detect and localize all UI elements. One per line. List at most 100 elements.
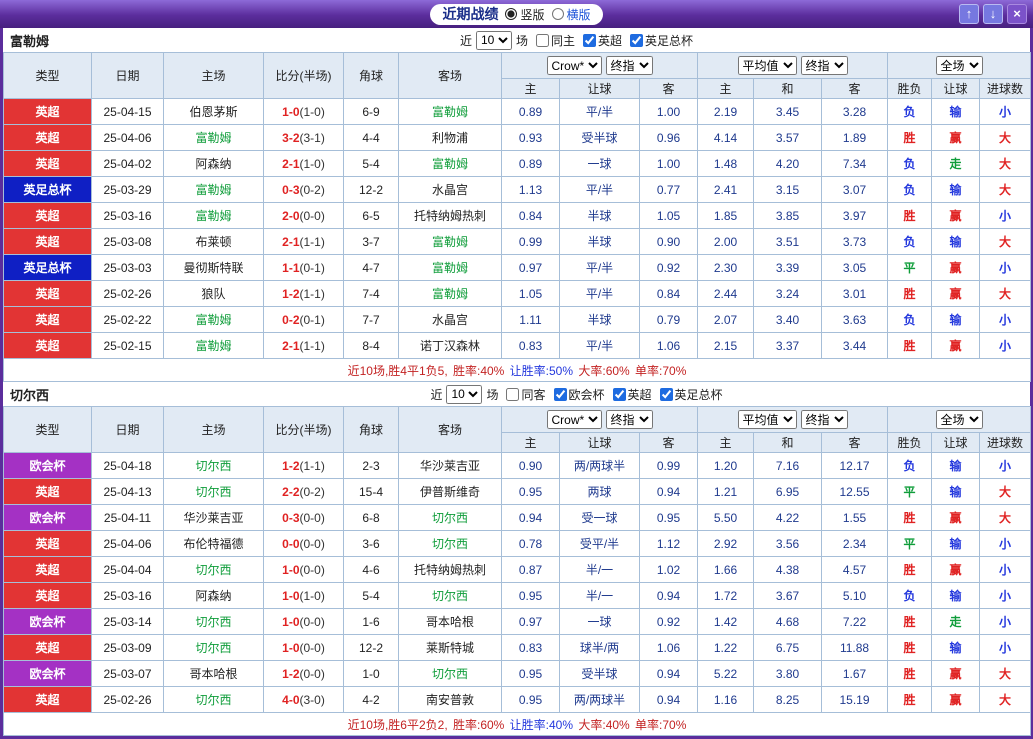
result-goals: 小	[979, 452, 1032, 479]
eu-home-odds: 1.85	[697, 202, 754, 229]
eu-away-odds: 12.55	[820, 478, 889, 505]
eu-draw-odds: 6.95	[753, 478, 822, 505]
match-row: 英超 25-04-06 布伦特福德 0-0(0-0) 3-6 切尔西 0.78 受平/半 1.1…	[3, 530, 1032, 557]
away-team-cell: 切尔西	[398, 530, 502, 557]
league-badge: 英超	[3, 582, 92, 609]
league-badge: 英超	[3, 228, 92, 255]
result-wdl: 胜	[887, 202, 933, 229]
final-odds-select-2[interactable]: 终指	[800, 56, 848, 75]
date-cell: 25-04-11	[91, 504, 164, 531]
sub-column-header: 让球	[931, 78, 981, 99]
score-cell: 1-1(0-1)	[263, 254, 344, 281]
sub-column-header: 主	[501, 432, 560, 453]
ah-line: 球半/两	[559, 634, 640, 661]
filter-checkbox[interactable]: 英足总杯	[630, 32, 693, 49]
filter-checkbox[interactable]: 英足总杯	[659, 386, 723, 403]
scroll-up-button[interactable]: ↑	[959, 4, 979, 24]
ah-line: 受平/半	[559, 530, 640, 557]
halftime-score: (0-0)	[299, 614, 325, 629]
eu-away-odds: 15.19	[820, 686, 889, 713]
ah-home-odds: 0.78	[501, 530, 560, 557]
filter-checkbox[interactable]: 英超	[583, 32, 622, 49]
filter-checkbox-input[interactable]	[630, 33, 644, 47]
fulltime-select[interactable]: 全场	[935, 56, 983, 75]
eu-draw-odds: 3.40	[753, 306, 822, 333]
average-select[interactable]: 平均值	[737, 56, 797, 75]
score-cell: 2-1(1-1)	[263, 332, 344, 359]
ah-line: 半/一	[559, 556, 640, 583]
column-header: 比分(半场)	[263, 406, 344, 453]
filter-checkbox[interactable]: 英超	[612, 386, 652, 403]
column-header: 日期	[91, 52, 164, 99]
eu-draw-odds: 3.57	[753, 124, 822, 151]
eu-away-odds: 12.17	[820, 452, 889, 479]
fulltime-score: 1-0	[282, 588, 300, 603]
filter-checkbox[interactable]: 同主	[535, 32, 575, 49]
date-cell: 25-04-06	[91, 530, 164, 557]
result-wdl: 胜	[887, 608, 933, 635]
eu-draw-odds: 8.25	[753, 686, 822, 713]
result-handicap: 赢	[931, 124, 981, 151]
score-cell: 1-0(0-0)	[263, 608, 344, 635]
filter-checkbox-input[interactable]	[612, 387, 626, 401]
home-team-cell: 哥本哈根	[163, 660, 264, 687]
result-handicap: 输	[931, 478, 981, 505]
fulltime-select[interactable]: 全场	[935, 410, 983, 429]
bookmaker-odds-group: Crow* 终指	[501, 406, 698, 433]
away-team-cell: 水晶宫	[398, 176, 502, 203]
recent-count-select[interactable]: 10	[475, 30, 512, 50]
result-handicap: 赢	[931, 254, 981, 281]
match-row: 欧会杯 25-04-18 切尔西 1-2(1-1) 2-3 华沙莱吉亚 0.90 两/两球半 0…	[3, 452, 1032, 479]
horizontal-radio[interactable]	[551, 8, 564, 20]
result-wdl: 负	[887, 452, 933, 479]
view-option-vertical[interactable]: 竖版	[505, 6, 545, 23]
close-button[interactable]: ×	[1007, 4, 1027, 24]
recent-count-select[interactable]: 10	[446, 384, 483, 404]
eu-draw-odds: 4.20	[753, 150, 822, 177]
ah-away-odds: 0.99	[639, 452, 698, 479]
page-title: 近期战绩	[442, 6, 499, 22]
vertical-radio[interactable]	[505, 8, 518, 20]
halftime-score: (1-1)	[299, 234, 325, 249]
league-badge: 英超	[3, 634, 92, 661]
away-team-cell: 富勒姆	[398, 254, 502, 281]
result-goals: 大	[979, 176, 1032, 203]
final-odds-select[interactable]: 终指	[605, 56, 653, 75]
scroll-down-button[interactable]: ↓	[983, 4, 1003, 24]
result-handicap: 输	[931, 228, 981, 255]
away-team-cell: 诺丁汉森林	[398, 332, 502, 359]
ah-home-odds: 0.89	[501, 150, 560, 177]
ah-line: 平/半	[559, 254, 640, 281]
corners-cell: 4-2	[343, 686, 399, 713]
ah-line: 半球	[559, 306, 640, 333]
average-select[interactable]: 平均值	[737, 410, 797, 429]
home-team-cell: 富勒姆	[163, 306, 264, 333]
result-wdl: 负	[887, 582, 933, 609]
result-handicap: 赢	[931, 202, 981, 229]
sub-column-header: 和	[753, 432, 822, 453]
eu-draw-odds: 7.16	[753, 452, 822, 479]
filter-checkbox-input[interactable]	[553, 387, 567, 401]
view-option-horizontal[interactable]: 横版	[551, 6, 591, 23]
filter-checkbox-input[interactable]	[583, 33, 596, 47]
result-wdl: 胜	[887, 556, 933, 583]
filter-checkbox-input[interactable]	[535, 33, 549, 47]
final-odds-select-2[interactable]: 终指	[800, 410, 848, 429]
summary-segment: 大率:40%	[578, 717, 634, 732]
result-goals: 大	[979, 504, 1032, 531]
final-odds-select[interactable]: 终指	[605, 410, 653, 429]
filter-checkbox[interactable]: 欧会杯	[553, 386, 605, 403]
filter-checkbox[interactable]: 同客	[506, 386, 546, 403]
result-handicap: 输	[931, 530, 981, 557]
bookmaker-select[interactable]: Crow*	[546, 56, 602, 75]
eu-draw-odds: 6.75	[753, 634, 822, 661]
league-badge: 欧会杯	[3, 452, 92, 479]
filter-checkbox-input[interactable]	[659, 387, 673, 401]
result-goals: 大	[979, 280, 1032, 307]
filter-checkbox-input[interactable]	[506, 387, 520, 401]
fulltime-score: 0-3	[282, 510, 300, 525]
eu-draw-odds: 3.45	[753, 98, 822, 125]
bookmaker-select[interactable]: Crow*	[546, 410, 602, 429]
ah-away-odds: 0.94	[639, 582, 698, 609]
ah-home-odds: 0.97	[501, 608, 560, 635]
